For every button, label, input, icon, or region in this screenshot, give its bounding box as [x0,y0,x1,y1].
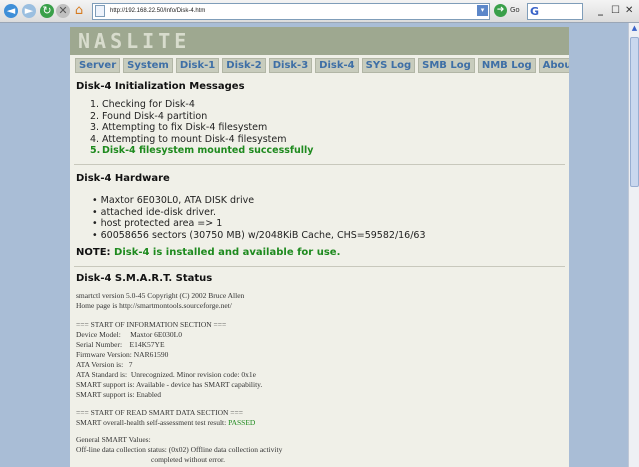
address-bar[interactable]: http://192.168.22.50/Info/Disk-4.htm ▾ [92,3,490,20]
smart-info-block: === START OF INFORMATION SECTION === Devi… [76,320,263,399]
tab-server[interactable]: Server [75,58,121,73]
list-item: host protected area => 1 [92,218,426,230]
address-url[interactable]: http://192.168.22.50/Info/Disk-4.htm [110,4,205,19]
vertical-scrollbar[interactable]: ▲ [628,23,639,467]
header-banner: NASLITE [70,27,569,55]
go-button[interactable]: Go [510,6,520,14]
tab-disk-3[interactable]: Disk-3 [268,58,313,73]
list-item: 1. Checking for Disk-4 [90,99,195,110]
maximize-button[interactable]: ☐ [611,5,620,16]
scroll-up-icon[interactable]: ▲ [630,24,639,33]
page-icon [95,5,105,17]
divider [74,266,565,267]
status-note: NOTE: Disk-4 is installed and available … [76,247,340,258]
init-message-list: 1. Checking for Disk-4 2. Found Disk-4 par… [90,99,314,157]
note-label: NOTE: [76,247,111,258]
smart-section-title: Disk-4 S.M.A.R.T. Status [76,273,213,284]
go-arrow-icon[interactable]: ➜ [494,4,507,17]
init-section-title: Disk-4 Initialization Messages [76,81,245,92]
naslite-logo: NASLITE [78,29,191,53]
smart-values-block: General SMART Values: Off-line data colle… [76,435,283,464]
tab-smb-log[interactable]: SMB Log [418,58,475,73]
note-text: Disk-4 is installed and available for us… [114,247,341,258]
tab-disk-1[interactable]: Disk-1 [175,58,220,73]
browser-toolbar: ◄ ► ↻ ✕ ⌂ http://192.168.22.50/Info/Disk… [0,0,639,23]
search-input[interactable]: G [527,3,583,20]
list-item: Maxtor 6E030L0, ATA DISK drive [92,195,426,207]
tab-system[interactable]: System [123,58,173,73]
search-engine-icon: G [530,5,540,18]
list-item: 60058656 sectors (30750 MB) w/2048KiB Ca… [92,230,426,242]
scrollbar-thumb[interactable] [630,37,639,187]
divider [74,164,565,165]
home-icon[interactable]: ⌂ [72,4,86,18]
list-item: 3. Attempting to fix Disk-4 filesystem [90,122,268,133]
tab-disk-2[interactable]: Disk-2 [222,58,266,73]
smart-header-block: smartctl version 5.0-45 Copyright (C) 20… [76,291,245,310]
page-content: NASLITE Server System Disk-1 Disk-2 Disk-3 Di… [70,27,569,467]
close-button[interactable]: ✕ [625,5,633,16]
tab-nmb-log[interactable]: NMB Log [477,58,536,73]
smart-read-block: === START OF READ SMART DATA SECTION ===… [76,408,256,427]
list-item: attached ide-disk driver. [92,207,426,219]
hardware-list: Maxtor 6E030L0, ATA DISK drive attached … [92,195,426,241]
back-arrow-icon[interactable]: ◄ [4,4,18,18]
chevron-down-icon[interactable]: ▾ [477,5,488,16]
tab-disk-4[interactable]: Disk-4 [315,58,359,73]
stop-icon[interactable]: ✕ [56,4,70,18]
forward-arrow-icon[interactable]: ► [22,4,36,18]
refresh-icon[interactable]: ↻ [40,4,54,18]
minimize-button[interactable]: _ [598,5,603,16]
list-item: 2. Found Disk-4 partition [90,110,208,122]
nav-tabs: Server System Disk-1 Disk-2 Disk-3 Disk-4 SYS … [75,58,569,73]
list-item-success: 5. Disk-4 filesystem mounted successfully [90,145,314,156]
tab-sys-log[interactable]: SYS Log [361,58,416,73]
list-item: 4. Attempting to mount Disk-4 filesystem [90,133,287,145]
tab-about[interactable]: About [538,58,569,73]
hardware-section-title: Disk-4 Hardware [76,173,170,184]
health-result: PASSED [228,418,256,427]
